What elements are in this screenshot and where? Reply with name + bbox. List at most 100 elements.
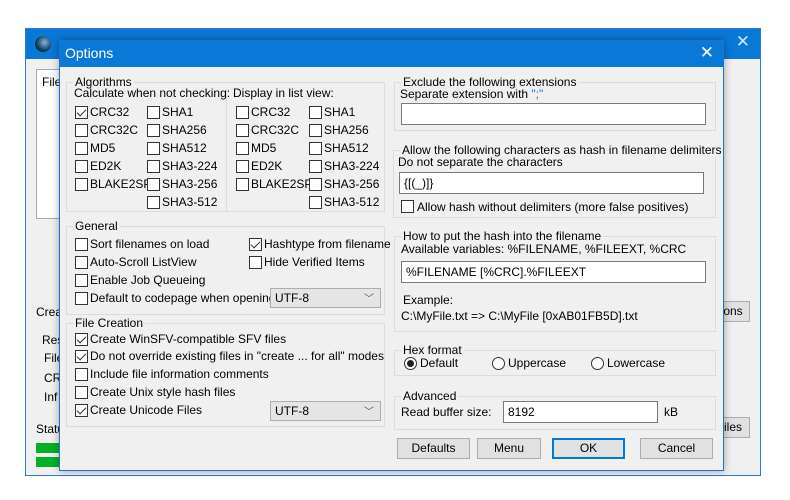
calc-crc32-label: CRC32 [90,105,130,119]
display-crc32-checkbox[interactable] [236,106,249,119]
calc-crc32c-label: CRC32C [90,123,139,137]
display-sha3-256-label: SHA3-256 [324,177,380,191]
codepage-select[interactable]: UTF-8 ﹀ [270,288,381,308]
delimiters-subtitle: Do not separate the characters [398,155,563,169]
group-title: File Creation [73,316,146,330]
dialog-titlebar: Options ✕ [60,41,723,67]
general-2-checkbox[interactable] [75,274,88,287]
close-window-icon[interactable]: ✕ [736,32,750,52]
group-title: Hex format [401,343,464,357]
calc-blake2sp-checkbox[interactable] [75,178,88,191]
calc-sha3-512-checkbox[interactable] [147,196,160,209]
display-sha3-224-label: SHA3-224 [324,159,380,173]
display-sha256-label: SHA256 [324,123,369,137]
file-creation-1-label: Do not override existing files in "creat… [90,349,384,363]
display-sha3-224-checkbox[interactable] [309,160,322,173]
calc-md5-checkbox[interactable] [75,142,88,155]
file-creation-4-checkbox[interactable] [75,404,88,417]
hex-uppercase-radio[interactable] [492,357,505,370]
display-label: Display in list view: [233,86,334,100]
hex-option-label: Default [420,356,459,370]
example-label: Example: [403,293,454,307]
chevron-down-icon: ﹀ [364,294,374,305]
example-text: C:\MyFile.txt => C:\MyFile [0xAB01FB5D].… [401,309,638,323]
general-2-label: Enable Job Queueing [90,273,206,287]
calc-sha3-256-checkbox[interactable] [147,178,160,191]
display-crc32-label: CRC32 [251,105,291,119]
defaults-button[interactable]: Defaults [397,438,470,459]
calc-sha256-checkbox[interactable] [147,124,160,137]
delimiters-input[interactable]: {[(_)]} [399,172,704,194]
general-1-checkbox[interactable] [75,256,88,269]
file-creation-0-label: Create WinSFV-compatible SFV files [90,332,287,346]
variables-label: Available variables: %FILENAME, %FILEEXT… [401,242,687,256]
exclude-extensions-input[interactable] [401,103,706,125]
menu-button[interactable]: Menu [477,438,541,459]
cancel-button[interactable]: Cancel [640,438,713,459]
group-title: Advanced [401,389,459,403]
filename-pattern-input[interactable]: %FILENAME [%CRC].%FILEEXT [401,261,706,283]
calc-ed2k-label: ED2K [90,159,122,173]
allow-hash-label: Allow hash without delimiters (more fals… [417,200,689,214]
display-crc32c-checkbox[interactable] [236,124,249,137]
file-creation-3-label: Create Unix style hash files [90,385,236,399]
file-creation-0-checkbox[interactable] [75,333,88,346]
general-4-checkbox[interactable] [249,238,262,251]
group-title: General [73,219,120,233]
calc-label: Calculate when not checking: [74,86,231,100]
display-ed2k-label: ED2K [251,159,283,173]
ok-button[interactable]: OK [552,438,625,459]
display-sha512-label: SHA512 [324,141,369,155]
calc-crc32-checkbox[interactable] [75,106,88,119]
calc-sha1-checkbox[interactable] [147,106,160,119]
buffer-unit: kB [664,405,679,419]
display-sha512-checkbox[interactable] [309,142,322,155]
general-1-label: Auto-Scroll ListView [90,255,197,269]
general-3-label: Default to codepage when opening: [90,291,279,305]
display-sha256-checkbox[interactable] [309,124,322,137]
display-sha1-checkbox[interactable] [309,106,322,119]
buffer-size-input[interactable]: 8192 [503,401,658,423]
hex-lowercase-radio[interactable] [591,357,604,370]
general-5-checkbox[interactable] [249,256,262,269]
calc-md5-label: MD5 [90,141,116,155]
close-icon[interactable]: ✕ [700,43,714,63]
general-5-label: Hide Verified Items [264,255,365,269]
buffer-size-label: Read buffer size: [401,405,492,419]
calc-blake2sp-label: BLAKE2SP [90,177,152,191]
calc-ed2k-checkbox[interactable] [75,160,88,173]
file-creation-3-checkbox[interactable] [75,386,88,399]
calc-sha512-label: SHA512 [162,141,207,155]
hex-option-label: Lowercase [607,356,666,370]
app-icon [35,36,51,52]
general-0-label: Sort filenames on load [90,237,210,251]
display-blake2sp-checkbox[interactable] [236,178,249,191]
dialog-title: Options [65,45,114,61]
calc-crc32c-checkbox[interactable] [75,124,88,137]
calc-sha3-512-label: SHA3-512 [162,195,218,209]
hex-default-radio[interactable] [404,357,417,370]
display-sha1-label: SHA1 [324,105,356,119]
encoding-select[interactable]: UTF-8 ﹀ [270,401,381,421]
chevron-down-icon: ﹀ [364,407,374,418]
display-md5-checkbox[interactable] [236,142,249,155]
general-0-checkbox[interactable] [75,238,88,251]
display-ed2k-checkbox[interactable] [236,160,249,173]
divider [226,89,227,211]
file-creation-1-checkbox[interactable] [75,350,88,363]
calc-sha3-256-label: SHA3-256 [162,177,218,191]
display-crc32c-label: CRC32C [251,123,300,137]
calc-sha512-checkbox[interactable] [147,142,160,155]
file-creation-2-checkbox[interactable] [75,368,88,381]
display-blake2sp-label: BLAKE2SP [251,177,313,191]
hex-option-label: Uppercase [508,356,567,370]
display-sha3-512-label: SHA3-512 [324,195,380,209]
general-3-checkbox[interactable] [75,292,88,305]
display-sha3-512-checkbox[interactable] [309,196,322,209]
calc-sha3-224-label: SHA3-224 [162,159,218,173]
display-sha3-256-checkbox[interactable] [309,178,322,191]
general-4-label: Hashtype from filename [264,237,391,251]
calc-sha3-224-checkbox[interactable] [147,160,160,173]
file-creation-2-label: Include file information comments [90,367,269,381]
allow-hash-checkbox[interactable] [401,200,414,213]
